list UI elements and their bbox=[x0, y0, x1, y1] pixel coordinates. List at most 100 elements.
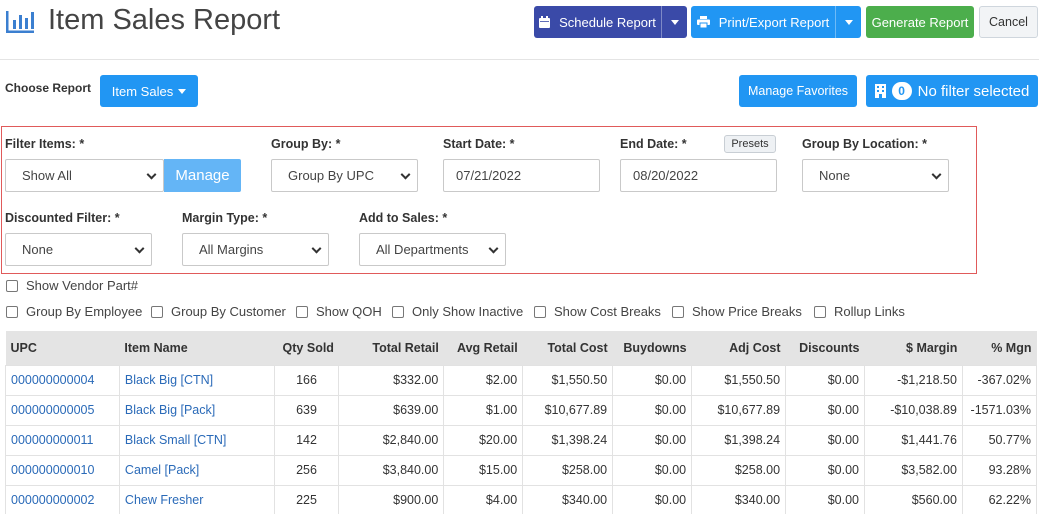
show-cost-breaks-checkbox[interactable]: Show Cost Breaks bbox=[534, 304, 661, 319]
table-cell: $332.00 bbox=[338, 364, 445, 396]
table-cell: $0.00 bbox=[785, 424, 865, 456]
margin-type-label: Margin Type: * bbox=[182, 211, 268, 225]
rollup-links-checkbox[interactable]: Rollup Links bbox=[814, 304, 905, 319]
column-header[interactable]: Total Cost bbox=[522, 331, 613, 365]
manage-filter-button[interactable]: Manage bbox=[164, 159, 241, 192]
bar-chart-icon bbox=[6, 11, 34, 33]
group-by-location-select[interactable]: None bbox=[802, 159, 949, 192]
table-row: 000000000010 Camel [Pack] 256 $3,840.00 $15.… bbox=[5, 454, 1038, 486]
table-cell: $1,441.76 bbox=[864, 424, 963, 456]
sales-table: UPC Item Name Qty Sold Total Retail Avg … bbox=[5, 331, 1038, 514]
table-cell: -$1,218.50 bbox=[864, 364, 963, 396]
table-cell: $2,840.00 bbox=[338, 424, 445, 456]
print-export-button[interactable]: Print/Export Report bbox=[691, 6, 861, 38]
column-header[interactable]: Avg Retail bbox=[443, 331, 523, 365]
column-header[interactable]: UPC bbox=[5, 331, 120, 365]
table-cell: $1,550.50 bbox=[691, 364, 787, 396]
column-header[interactable]: Qty Sold bbox=[274, 331, 339, 365]
discounted-filter-select[interactable]: None bbox=[5, 233, 152, 266]
margin-type-select[interactable]: All Margins bbox=[182, 233, 329, 266]
add-to-sales-select[interactable]: All Departments bbox=[359, 233, 506, 266]
filter-selector-button[interactable]: 0 No filter selected bbox=[866, 75, 1038, 107]
table-cell: $258.00 bbox=[522, 454, 614, 486]
schedule-dropdown-toggle[interactable] bbox=[661, 6, 687, 38]
checkbox-box[interactable] bbox=[672, 305, 684, 318]
filter-count-badge: 0 bbox=[891, 82, 912, 100]
table-cell: $4.00 bbox=[443, 484, 524, 514]
group-by-select[interactable]: Group By UPC bbox=[271, 159, 418, 192]
show-price-breaks-checkbox[interactable]: Show Price Breaks bbox=[672, 304, 802, 319]
start-date-input[interactable]: 07/21/2022 bbox=[443, 159, 600, 192]
discounted-filter-value: None bbox=[22, 242, 54, 257]
table-cell: $0.00 bbox=[612, 484, 693, 514]
show-vendor-part-label: Show Vendor Part# bbox=[26, 278, 139, 293]
discounted-filter-label: Discounted Filter: * bbox=[5, 211, 120, 225]
item-name-link[interactable]: Camel [Pack] bbox=[118, 454, 275, 486]
table-cell: 256 bbox=[273, 454, 340, 486]
table-cell: $560.00 bbox=[864, 484, 963, 514]
start-date-label: Start Date: * bbox=[443, 137, 515, 151]
chevron-down-icon bbox=[488, 243, 499, 254]
column-header[interactable]: Adj Cost bbox=[691, 331, 786, 365]
checkbox-box[interactable] bbox=[814, 305, 826, 318]
column-header[interactable]: Buydowns bbox=[612, 331, 692, 365]
item-name-link[interactable]: Black Small [CTN] bbox=[118, 424, 275, 456]
chevron-down-icon bbox=[311, 243, 322, 254]
group-by-employee-checkbox[interactable]: Group By Employee bbox=[6, 304, 142, 319]
filter-status-text: No filter selected bbox=[917, 82, 1030, 100]
only-show-inactive-checkbox[interactable]: Only Show Inactive bbox=[392, 304, 523, 319]
caret-down-icon bbox=[844, 19, 853, 25]
checkbox-box[interactable] bbox=[534, 305, 546, 318]
column-header[interactable]: $ Margin bbox=[864, 331, 963, 365]
group-by-customer-label: Group By Customer bbox=[171, 304, 286, 319]
caret-down-icon bbox=[670, 19, 679, 25]
table-cell: $639.00 bbox=[338, 394, 445, 426]
margin-type-value: All Margins bbox=[199, 242, 264, 257]
column-header[interactable]: Total Retail bbox=[338, 331, 444, 365]
upc-link[interactable]: 000000000010 bbox=[5, 454, 120, 486]
end-date-input[interactable]: 08/20/2022 bbox=[620, 159, 777, 192]
checkbox-box[interactable] bbox=[6, 279, 18, 292]
report-type-dropdown[interactable]: Item Sales bbox=[100, 75, 198, 107]
building-filter-icon bbox=[874, 84, 886, 98]
show-qoh-label: Show QOH bbox=[316, 304, 382, 319]
table-row: 000000000002 Chew Fresher 225 $900.00 $4.00 $… bbox=[5, 484, 1038, 514]
show-qoh-checkbox[interactable]: Show QOH bbox=[296, 304, 382, 319]
table-cell: $0.00 bbox=[785, 394, 865, 426]
manage-favorites-button[interactable]: Manage Favorites bbox=[739, 75, 857, 107]
table-cell: $3,582.00 bbox=[864, 454, 963, 486]
group-by-employee-label: Group By Employee bbox=[26, 304, 143, 319]
item-name-link[interactable]: Black Big [CTN] bbox=[118, 364, 275, 396]
table-cell: $0.00 bbox=[612, 394, 693, 426]
presets-button[interactable]: Presets bbox=[724, 135, 776, 153]
print-dropdown-toggle[interactable] bbox=[835, 6, 861, 38]
schedule-report-button[interactable]: Schedule Report bbox=[534, 6, 687, 38]
generate-report-button[interactable]: Generate Report bbox=[866, 6, 974, 38]
add-to-sales-label: Add to Sales: * bbox=[359, 211, 448, 225]
table-row: 000000000011 Black Small [CTN] 142 $2,840.0… bbox=[5, 424, 1038, 456]
filter-items-select[interactable]: Show All bbox=[5, 159, 164, 192]
upc-link[interactable]: 000000000002 bbox=[5, 484, 120, 514]
column-header[interactable]: % Mgn bbox=[962, 331, 1037, 365]
chevron-down-icon bbox=[400, 169, 411, 180]
table-cell: $0.00 bbox=[612, 454, 693, 486]
item-name-link[interactable]: Black Big [Pack] bbox=[118, 394, 275, 426]
item-name-link[interactable]: Chew Fresher bbox=[118, 484, 275, 514]
filter-items-label: Filter Items: * bbox=[5, 137, 85, 151]
checkbox-box[interactable] bbox=[392, 305, 404, 318]
group-by-location-value: None bbox=[819, 168, 851, 183]
upc-link[interactable]: 000000000011 bbox=[5, 424, 120, 456]
upc-link[interactable]: 000000000005 bbox=[5, 394, 120, 426]
checkbox-box[interactable] bbox=[6, 305, 18, 318]
show-vendor-part-checkbox[interactable]: Show Vendor Part# bbox=[6, 278, 138, 293]
column-header[interactable]: Item Name bbox=[119, 331, 275, 365]
checkbox-box[interactable] bbox=[151, 305, 163, 318]
column-header[interactable]: Discounts bbox=[785, 331, 865, 365]
upc-link[interactable]: 000000000004 bbox=[5, 364, 120, 396]
only-show-inactive-label: Only Show Inactive bbox=[412, 304, 524, 319]
group-by-label: Group By: * bbox=[271, 137, 341, 151]
cancel-button[interactable]: Cancel bbox=[979, 6, 1038, 38]
checkbox-box[interactable] bbox=[296, 305, 308, 318]
group-by-customer-checkbox[interactable]: Group By Customer bbox=[151, 304, 286, 319]
table-cell: $3,840.00 bbox=[338, 454, 445, 486]
